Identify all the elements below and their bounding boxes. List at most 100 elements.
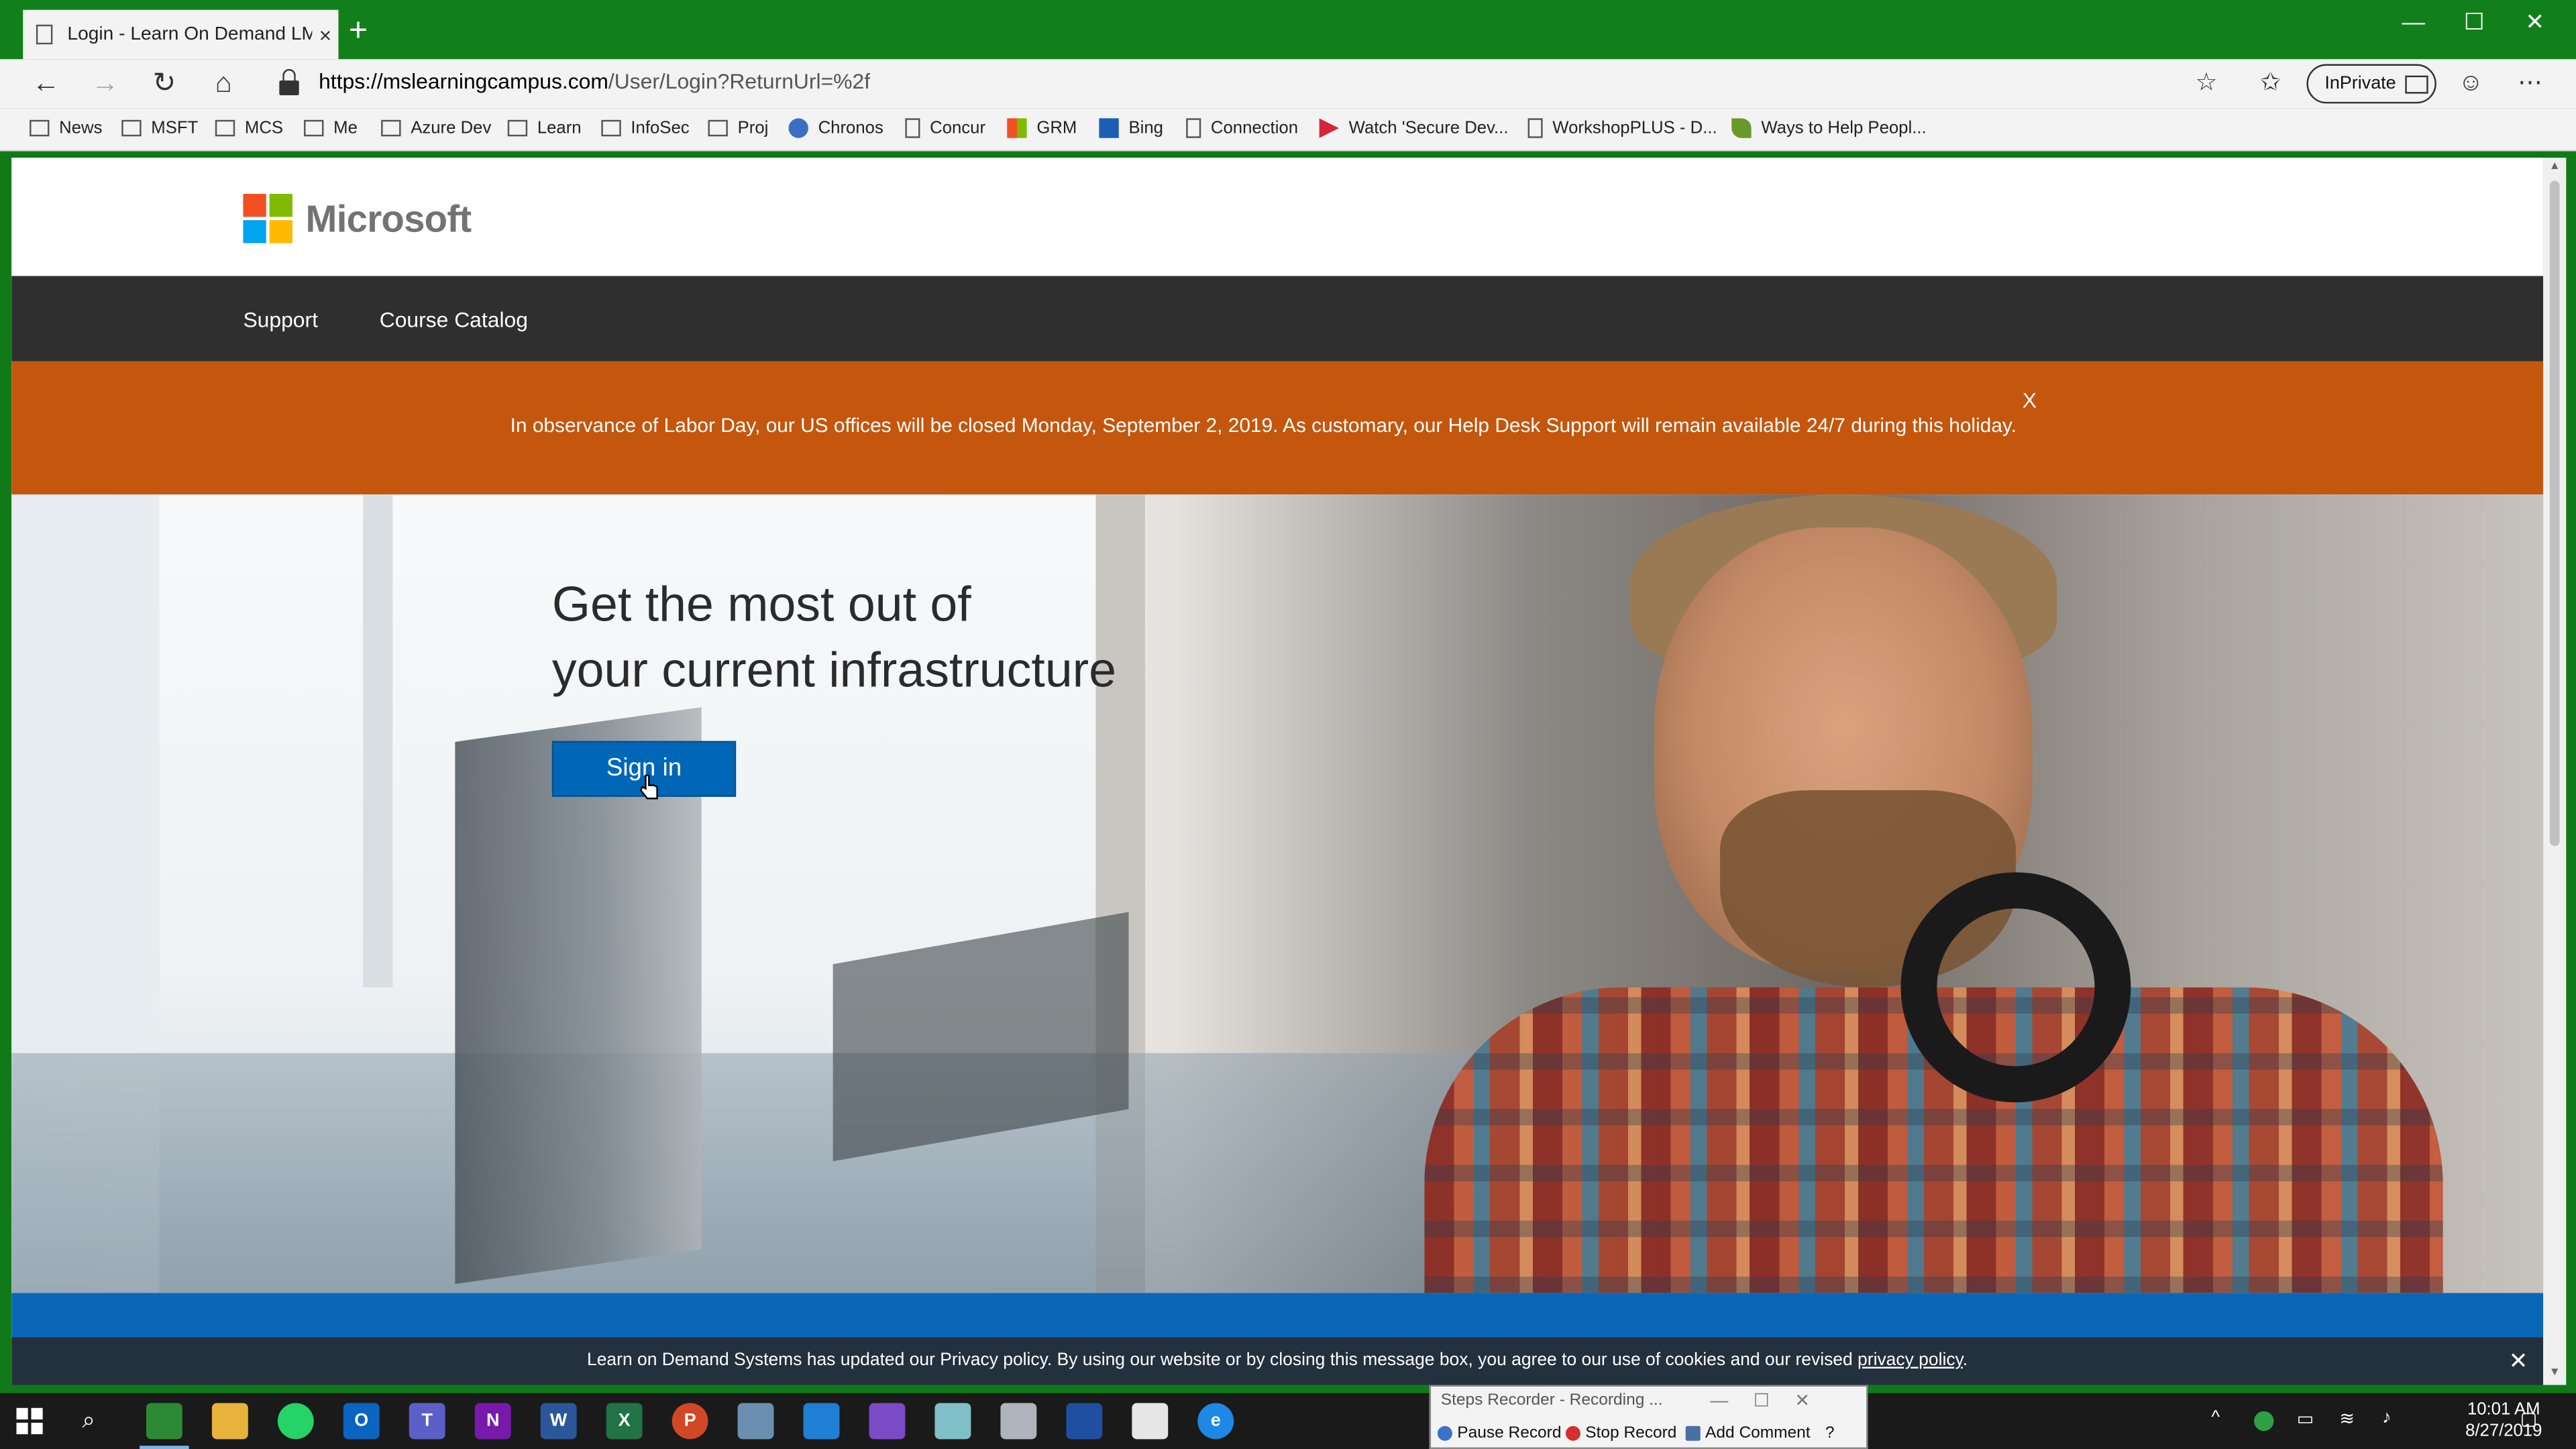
add-comment-button[interactable]: Add Comment bbox=[1685, 1424, 1811, 1442]
microsoft-logo[interactable]: Microsoft bbox=[243, 193, 472, 244]
ms-grid-icon bbox=[1007, 118, 1027, 138]
bing-icon bbox=[1099, 118, 1119, 138]
browser-tab[interactable]: Login - Learn On Demand LMS × bbox=[23, 9, 339, 60]
word-icon[interactable]: W bbox=[540, 1403, 577, 1440]
outlook-icon[interactable]: O bbox=[343, 1403, 380, 1440]
lock-icon[interactable] bbox=[279, 68, 299, 96]
fav-item[interactable]: Connection bbox=[1186, 118, 1298, 138]
home-icon[interactable]: ⌂ bbox=[201, 64, 247, 104]
fav-item[interactable]: MCS bbox=[215, 118, 283, 138]
privacy-policy-link[interactable]: privacy policy bbox=[1858, 1350, 1963, 1370]
inprivate-icon bbox=[2406, 74, 2429, 93]
feedback-smiley-icon[interactable]: ☺ bbox=[2451, 66, 2491, 102]
fav-item[interactable]: Proj bbox=[708, 118, 769, 138]
visual-studio-icon[interactable] bbox=[869, 1403, 906, 1440]
notifications-icon[interactable]: ▢ bbox=[2520, 1408, 2537, 1429]
stop-record-button[interactable]: Stop Record bbox=[1565, 1424, 1677, 1443]
onenote-icon[interactable]: N bbox=[474, 1403, 511, 1440]
globe-icon bbox=[788, 118, 808, 138]
close-window-button[interactable]: ✕ bbox=[2504, 0, 2566, 46]
nav-course-catalog-link[interactable]: Course Catalog bbox=[380, 307, 528, 332]
page-scrollbar[interactable]: ▲ ▼ bbox=[2543, 158, 2567, 1385]
battery-icon[interactable]: ▭ bbox=[2297, 1408, 2314, 1429]
new-tab-button[interactable]: + bbox=[341, 13, 374, 50]
pause-icon bbox=[1437, 1426, 1452, 1441]
browser-title-bar: Login - Learn On Demand LMS × + — ☐ ✕ bbox=[0, 0, 2576, 60]
steps-recorder-window-controls[interactable]: — ☐ ✕ bbox=[1710, 1390, 1810, 1411]
stop-icon bbox=[1565, 1426, 1580, 1441]
fav-label: Azure Dev bbox=[411, 118, 492, 138]
vscode-icon[interactable] bbox=[803, 1403, 840, 1440]
whatsapp-icon[interactable] bbox=[277, 1403, 314, 1440]
fav-item[interactable]: Concur bbox=[905, 118, 985, 138]
favorite-star-icon[interactable]: ☆ bbox=[2187, 66, 2226, 102]
favorites-list-icon[interactable]: ✩ bbox=[2251, 66, 2290, 102]
headphones-icon bbox=[1900, 872, 2131, 1103]
page-icon bbox=[1186, 118, 1201, 138]
wifi-icon[interactable]: ≋ bbox=[2339, 1408, 2355, 1429]
fav-item[interactable]: Ways to Help Peopl... bbox=[1731, 118, 1927, 138]
maximize-button[interactable]: ☐ bbox=[2443, 0, 2506, 46]
windows-start-icon[interactable] bbox=[16, 1407, 43, 1434]
fav-item[interactable]: News bbox=[30, 118, 102, 138]
fav-item[interactable]: Bing bbox=[1099, 118, 1163, 138]
page-icon bbox=[905, 118, 920, 138]
more-menu-icon[interactable]: ⋯ bbox=[2510, 66, 2550, 102]
fav-item[interactable]: Learn bbox=[507, 118, 582, 138]
back-arrow-icon[interactable]: ← bbox=[23, 64, 69, 104]
file-explorer-icon[interactable] bbox=[211, 1403, 248, 1440]
fav-label: Learn bbox=[537, 118, 582, 138]
page-viewport: Microsoft Support Course Catalog In obse… bbox=[11, 158, 2544, 1385]
address-bar[interactable]: https://mslearningcampus.com/User/Login?… bbox=[319, 69, 870, 94]
teams-icon[interactable]: T bbox=[409, 1403, 445, 1440]
tab-close-icon[interactable]: × bbox=[312, 22, 338, 47]
fav-item[interactable]: Watch 'Secure Dev... bbox=[1319, 118, 1508, 138]
help-icon[interactable]: ? bbox=[1825, 1424, 1835, 1442]
blue-footer-strip bbox=[11, 1293, 2544, 1338]
calculator-icon[interactable] bbox=[1132, 1403, 1169, 1440]
volume-icon[interactable]: ♪ bbox=[2382, 1408, 2391, 1428]
steps-recorder-window: Steps Recorder - Recording ... — ☐ ✕ Pau… bbox=[1429, 1385, 1868, 1449]
microsoft-logo-icon bbox=[243, 193, 292, 244]
pause-record-button[interactable]: Pause Record bbox=[1437, 1424, 1561, 1442]
scroll-down-arrow-icon[interactable]: ▼ bbox=[2548, 1367, 2561, 1381]
fav-item[interactable]: Azure Dev bbox=[381, 118, 491, 138]
fav-item[interactable]: GRM bbox=[1007, 118, 1077, 138]
shield-app-icon[interactable] bbox=[737, 1403, 774, 1440]
play-icon bbox=[1319, 118, 1339, 138]
taskbar-clock[interactable]: 10:01 AM 8/27/2019 bbox=[2455, 1400, 2553, 1443]
alert-close-button[interactable]: X bbox=[2023, 388, 2037, 413]
fav-item[interactable]: MSFT bbox=[121, 118, 198, 138]
nav-support-link[interactable]: Support bbox=[243, 307, 318, 332]
fav-item[interactable]: Me bbox=[304, 118, 358, 138]
inprivate-badge[interactable]: InPrivate bbox=[2306, 64, 2436, 104]
hero-line-2: your current infrastructure bbox=[551, 644, 1117, 698]
page-icon bbox=[36, 24, 53, 45]
fav-item[interactable]: Chronos bbox=[788, 118, 883, 138]
fav-label: Proj bbox=[737, 118, 769, 138]
tray-chevron-icon[interactable]: ^ bbox=[2211, 1408, 2220, 1428]
url-path: /User/Login?ReturnUrl=%2f bbox=[608, 68, 871, 94]
printer-app-icon[interactable] bbox=[1000, 1403, 1037, 1440]
fav-item[interactable]: WorkshopPLUS - D... bbox=[1527, 118, 1717, 138]
notes-app-icon[interactable] bbox=[934, 1403, 971, 1440]
scroll-up-arrow-icon[interactable]: ▲ bbox=[2548, 161, 2561, 174]
powerpoint-icon[interactable]: P bbox=[672, 1403, 708, 1440]
security-tray-icon[interactable] bbox=[2254, 1411, 2274, 1432]
stop-label: Stop Record bbox=[1585, 1424, 1677, 1443]
app-icon-green[interactable] bbox=[146, 1403, 182, 1440]
scroll-thumb[interactable] bbox=[2549, 180, 2560, 847]
cookie-text: Learn on Demand Systems has updated our … bbox=[587, 1350, 1858, 1371]
internet-explorer-icon[interactable]: e bbox=[1197, 1403, 1234, 1440]
fav-item[interactable]: InfoSec bbox=[601, 118, 690, 138]
minimize-button[interactable]: — bbox=[2382, 0, 2445, 46]
excel-icon[interactable]: X bbox=[606, 1403, 643, 1440]
holiday-alert-banner: In observance of Labor Day, our US offic… bbox=[11, 361, 2544, 495]
forward-arrow-icon[interactable]: → bbox=[82, 64, 128, 104]
refresh-icon[interactable]: ↻ bbox=[142, 64, 188, 104]
clock-time: 10:01 AM bbox=[2467, 1399, 2540, 1419]
search-icon[interactable]: ⌕ bbox=[82, 1406, 108, 1432]
site-header: Microsoft bbox=[11, 158, 2544, 276]
defender-shield-icon[interactable] bbox=[1066, 1403, 1103, 1440]
cookie-close-icon[interactable]: ✕ bbox=[2509, 1347, 2528, 1375]
